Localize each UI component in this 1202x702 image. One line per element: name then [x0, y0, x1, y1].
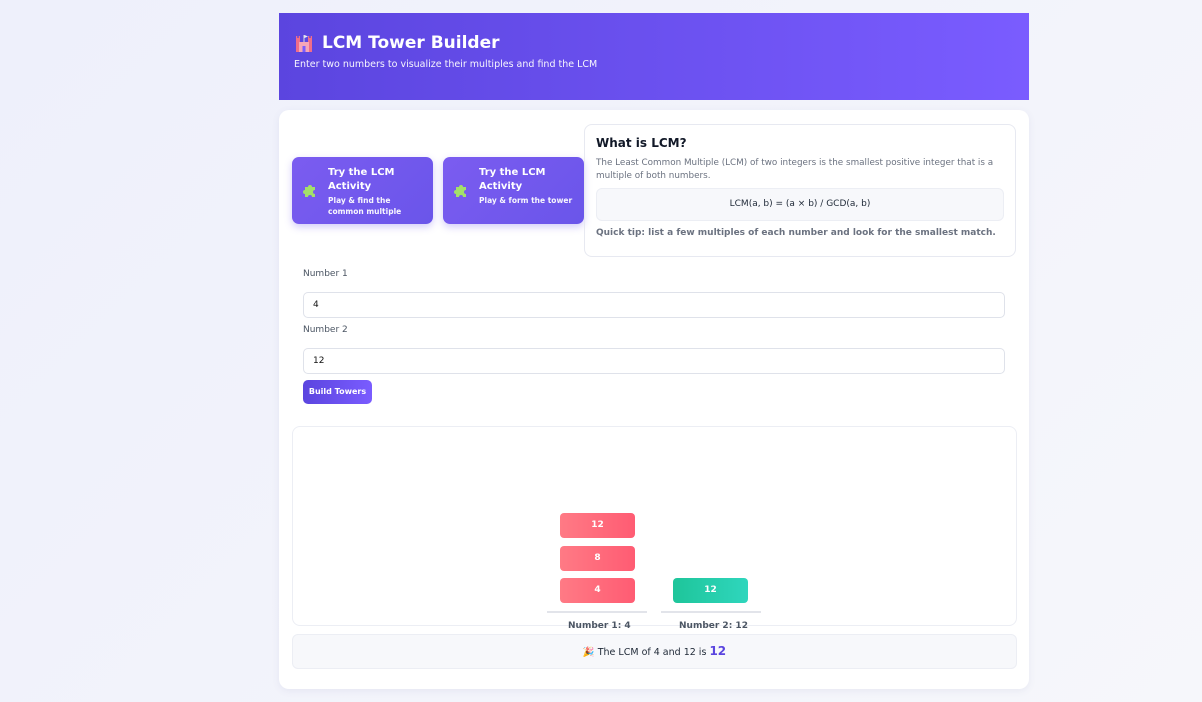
- tower2-label: Number 2: 12: [679, 621, 748, 631]
- info-title: What is LCM?: [596, 136, 687, 150]
- activity-title: Try the LCM Activity: [328, 167, 395, 192]
- lcm-formula: LCM(a, b) = (a × b) / GCD(a, b): [596, 188, 1004, 221]
- lcm-info-panel: What is LCM? The Least Common Multiple (…: [584, 124, 1016, 257]
- tower1-block: 12: [560, 513, 635, 538]
- activity-title: Try the LCM Activity: [479, 167, 546, 192]
- lcm-result: 🎉 The LCM of 4 and 12 is 12: [292, 634, 1017, 669]
- activity-subtitle: Play & form the tower: [479, 196, 573, 205]
- tower1-label: Number 1: 4: [568, 621, 631, 631]
- activity-button-1[interactable]: Try the LCM Activity Play & find the com…: [292, 157, 433, 224]
- app: LCM Tower Builder Enter two numbers to v…: [279, 13, 1029, 689]
- info-text: The Least Common Multiple (LCM) of two i…: [596, 158, 994, 181]
- tower1-base: [547, 611, 647, 613]
- number1-input[interactable]: 4: [303, 292, 1005, 318]
- tower-visualization: 12 8 4 Number 1: 4 12 Number 2: 12: [292, 426, 1017, 631]
- tower2-block: 12: [673, 578, 748, 603]
- page-title: LCM Tower Builder: [294, 33, 1014, 53]
- quick-tip: Quick tip: list a few multiples of each …: [596, 228, 996, 238]
- party-icon: 🎉: [582, 647, 595, 658]
- tower2-base: [661, 611, 761, 613]
- header-subtitle: Enter two numbers to visualize their mul…: [294, 59, 598, 70]
- main-card: Try the LCM Activity Play & find the com…: [279, 110, 1029, 689]
- number2-label: Number 2: [303, 325, 348, 335]
- build-towers-button[interactable]: Build Towers: [303, 380, 372, 404]
- activity-subtitle: Play & find the common multiple: [328, 196, 402, 216]
- puzzle-icon: [303, 185, 315, 197]
- tower1-block: 8: [560, 546, 635, 571]
- result-text: The LCM of 4 and 12 is: [597, 647, 707, 658]
- result-value: 12: [709, 644, 727, 658]
- tower1-block: 4: [560, 578, 635, 603]
- castle-icon: [296, 35, 312, 52]
- number1-label: Number 1: [303, 269, 348, 279]
- activity-button-2[interactable]: Try the LCM Activity Play & form the tow…: [443, 157, 584, 224]
- number2-input[interactable]: 12: [303, 348, 1005, 374]
- puzzle-icon: [454, 185, 466, 197]
- title-text: LCM Tower Builder: [322, 33, 500, 53]
- app-header: LCM Tower Builder Enter two numbers to v…: [279, 13, 1029, 100]
